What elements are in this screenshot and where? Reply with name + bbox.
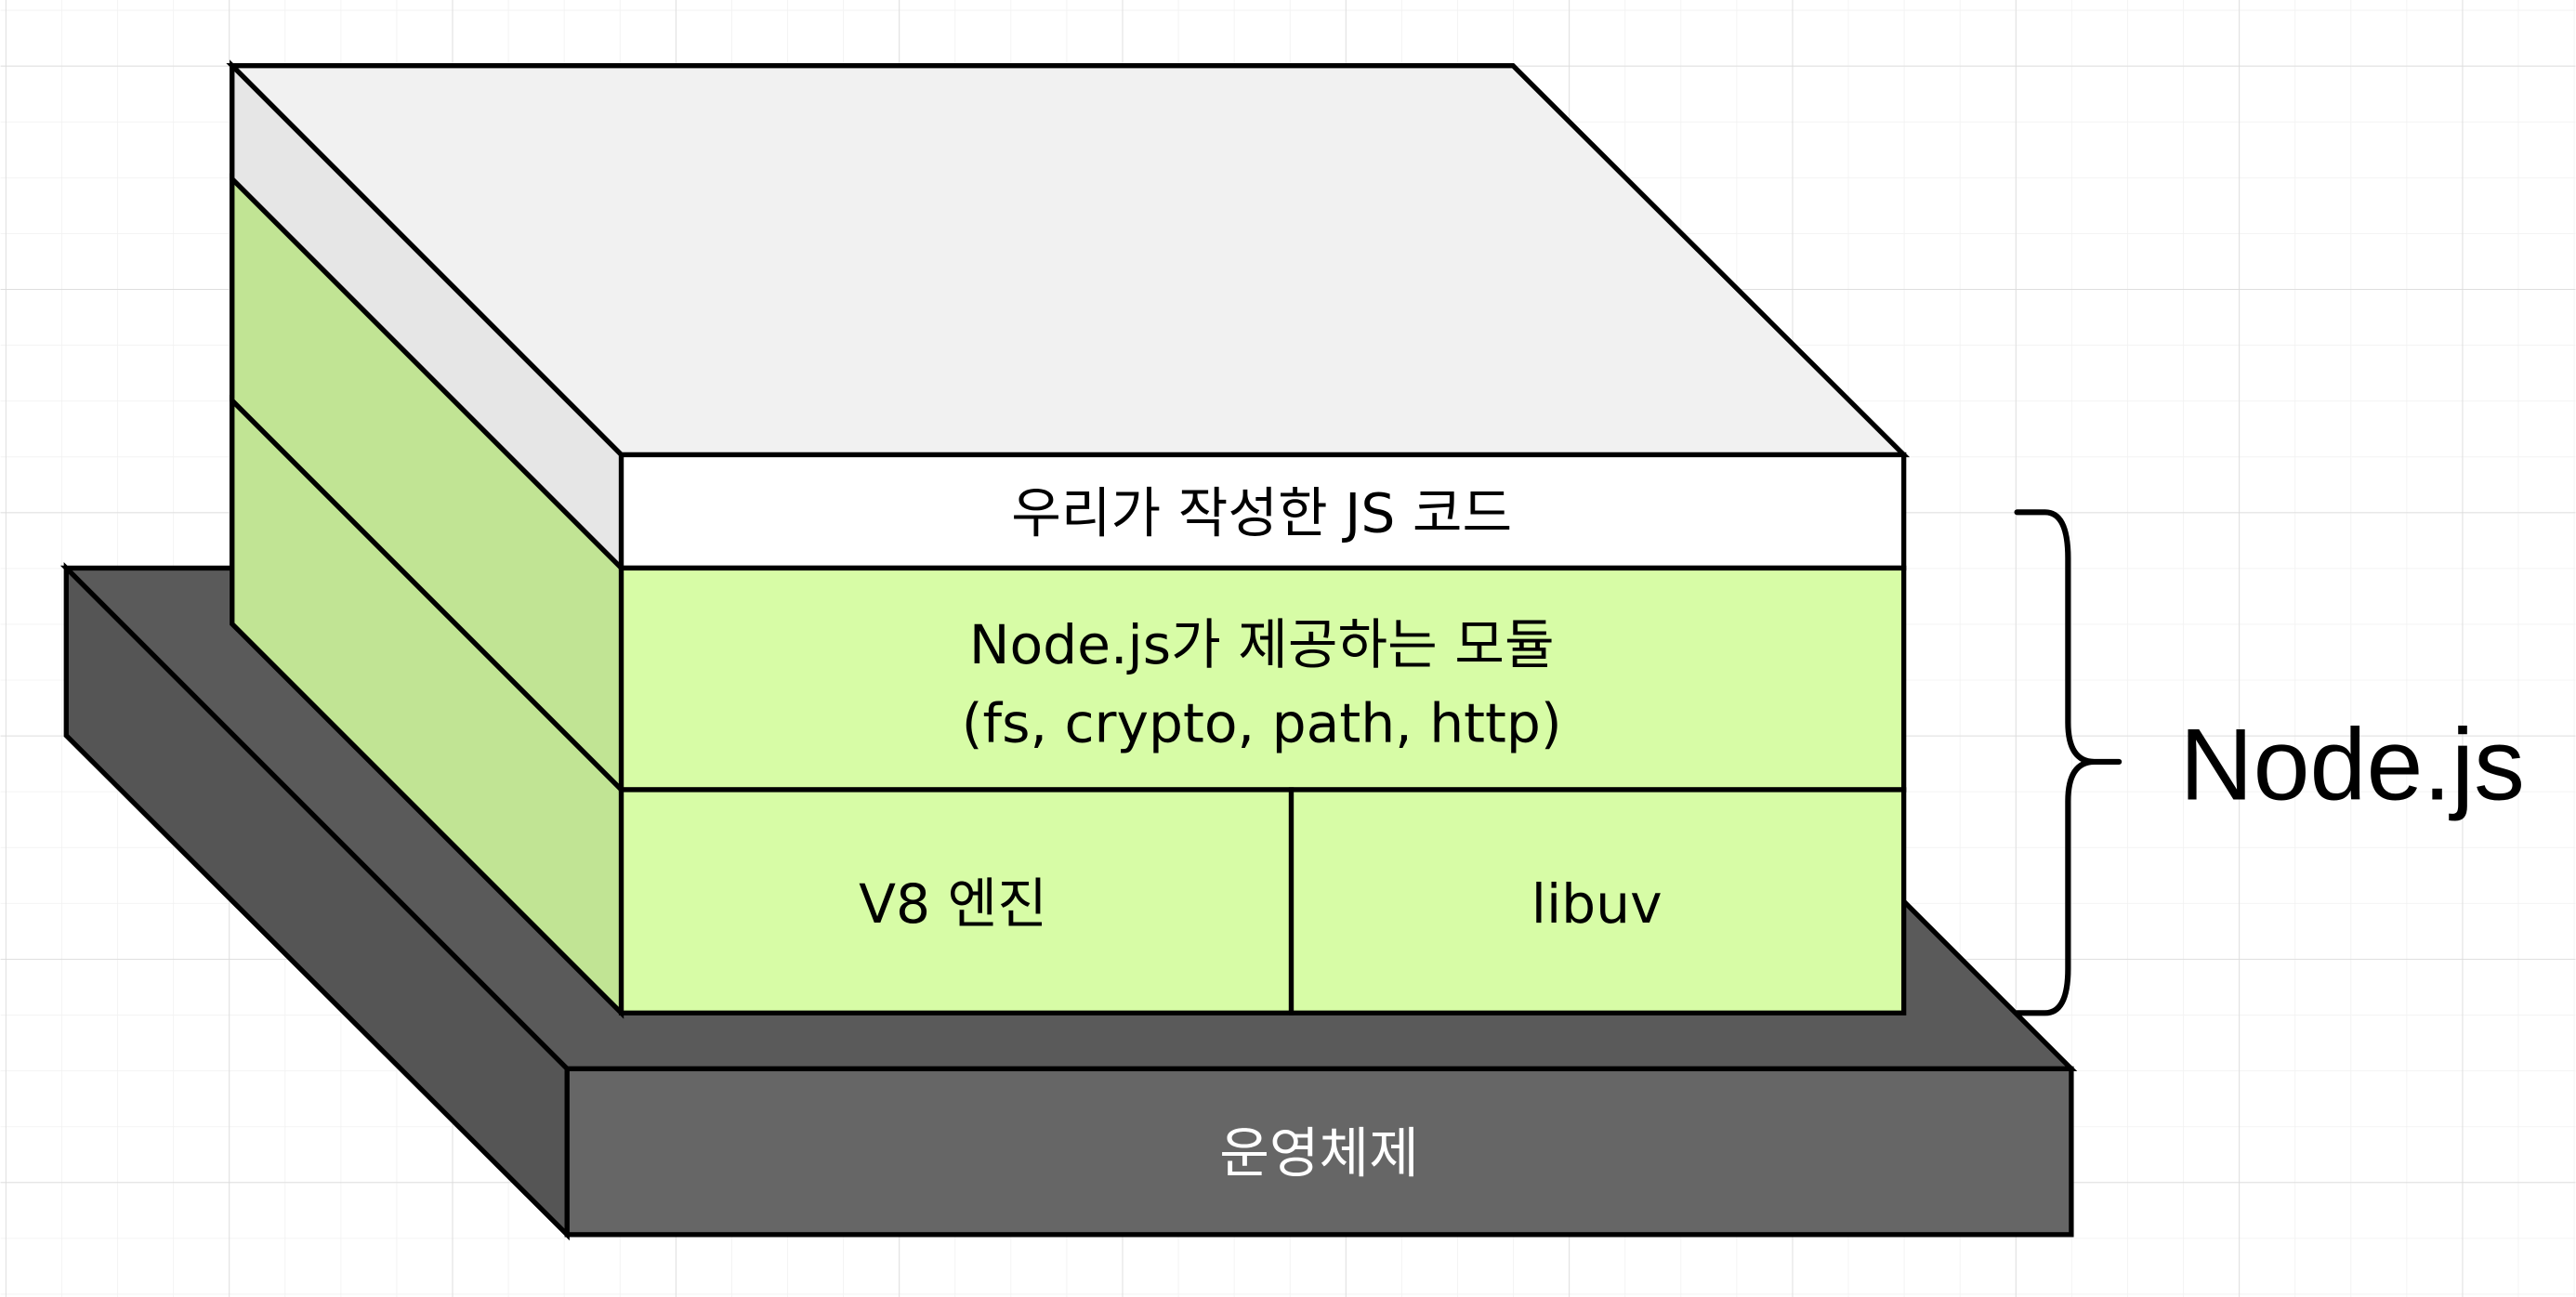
libuv-label: libuv: [1531, 872, 1663, 936]
modules-label-line2: (fs, crypto, path, http): [962, 692, 1562, 755]
node-architecture-diagram: 운영체제 우리가 작성한 JS 코드 Node.js가 제공하는 모듈 (fs,…: [0, 0, 2576, 1297]
user-code-label: 우리가 작성한 JS 코드: [1011, 482, 1512, 545]
modules-label-line1: Node.js가 제공하는 모듈: [969, 613, 1555, 676]
node-stack: 우리가 작성한 JS 코드 Node.js가 제공하는 모듈 (fs, cryp…: [226, 59, 1911, 1019]
nodejs-brace-label: Node.js: [2180, 709, 2525, 822]
v8-label: V8 엔진: [859, 872, 1047, 936]
layer-node-modules: [618, 565, 1907, 793]
os-label: 운영체제: [1219, 1122, 1419, 1186]
